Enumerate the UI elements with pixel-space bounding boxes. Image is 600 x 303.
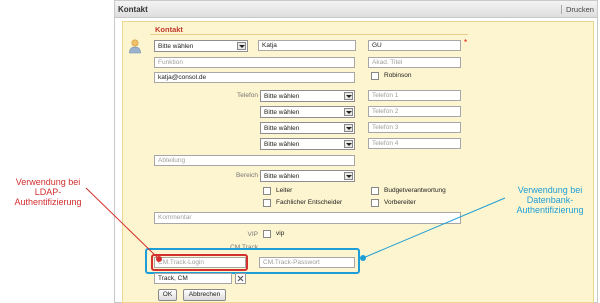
database-annotation: Verwendung bei Datenbank- Authentifizier… bbox=[516, 185, 584, 215]
ldap-annotation: Verwendung bei LDAP- Authentifizierung bbox=[14, 177, 82, 207]
database-arrow-line bbox=[362, 197, 506, 259]
ldap-arrow-line bbox=[85, 187, 160, 260]
database-arrow-dot bbox=[360, 255, 366, 261]
ldap-arrow-dot bbox=[156, 256, 162, 262]
annotation-arrows bbox=[85, 187, 506, 262]
